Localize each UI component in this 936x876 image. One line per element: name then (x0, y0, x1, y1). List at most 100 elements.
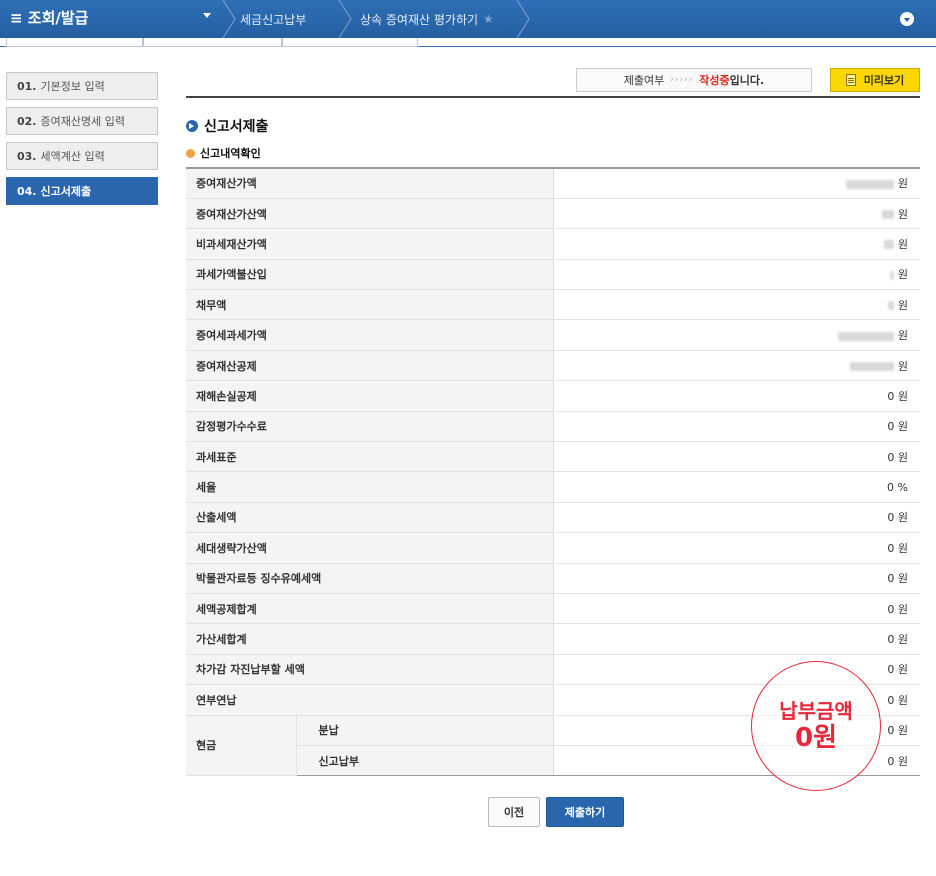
stamp-label: 납부금액 (779, 699, 853, 723)
table-row: 채무액 원 (186, 289, 920, 321)
row-label: 가산세합계 (186, 623, 553, 655)
preview-label: 미리보기 (863, 74, 905, 87)
row-value: 0 원 (552, 654, 920, 686)
masked-value (887, 301, 894, 311)
submission-status: 제출여부 ››››› 작성중입니다. (576, 68, 812, 92)
step-gift-property[interactable]: 02. 증여재산명세 입력 (6, 107, 158, 135)
row-label: 과세표준 (186, 441, 553, 473)
tab-3[interactable] (282, 38, 418, 47)
table-row: 증여재산가액 원 (186, 168, 920, 199)
breadcrumb-item-valuation[interactable]: 상속 증여재산 평가하기 ★ (360, 0, 494, 38)
document-icon (845, 74, 856, 86)
table-row: 세율 0 % (186, 471, 920, 503)
table-row: 증여재산가산액 원 (186, 198, 920, 230)
star-icon[interactable]: ★ (483, 12, 494, 26)
table-row: 재해손실공제 0 원 (186, 380, 920, 412)
row-label: 세율 (186, 471, 553, 503)
status-state: 작성중 (699, 74, 730, 87)
status-bar: 제출여부 ››››› 작성중입니다. 미리보기 (186, 68, 920, 98)
top-nav-bar: ≡ 조회/발급 세금신고납부 상속 증여재산 평가하기 ★ (0, 0, 936, 38)
row-label: 감정평가수수료 (186, 411, 553, 443)
row-value: 원 (552, 168, 920, 199)
row-label: 증여재산공제 (186, 349, 553, 382)
breadcrumb-label[interactable]: 세금신고납부 (240, 11, 306, 28)
row-label: 증여재산가산액 (186, 198, 553, 230)
masked-value (845, 179, 894, 189)
table-row: 증여재산공제 원 (186, 349, 920, 382)
table-row: 과세표준 0 원 (186, 441, 920, 473)
payment-amount-stamp: 납부금액 0원 (751, 661, 881, 791)
tab-strip (0, 38, 936, 48)
row-value: 원 (552, 259, 920, 291)
chevron-down-icon (904, 17, 910, 22)
row-value: 0 원 (552, 593, 920, 625)
section-subtitle-text: 신고내역확인 (200, 147, 261, 160)
step-submit-report[interactable]: 04. 신고서제출 (6, 177, 158, 205)
step-number: 02. (17, 114, 37, 128)
row-value: 0 원 (552, 380, 920, 412)
chevron-down-icon[interactable] (203, 13, 211, 18)
row-label: 과세가액불산입 (186, 259, 553, 291)
menu-title[interactable]: ≡ 조회/발급 (10, 7, 88, 28)
preview-button[interactable]: 미리보기 (830, 68, 920, 92)
row-value: 0 원 (552, 441, 920, 473)
step-label: 신고서제출 (40, 185, 92, 198)
row-label: 비과세재산가액 (186, 228, 553, 260)
breadcrumb-label[interactable]: 상속 증여재산 평가하기 (360, 11, 478, 28)
step-number: 03. (17, 149, 37, 163)
step-nav: 01. 기본정보 입력 02. 증여재산명세 입력 03. 세액계산 입력 04. 신고… (6, 72, 158, 212)
tab-1[interactable] (6, 38, 143, 47)
status-prefix: 제출여부 (623, 74, 665, 87)
step-number: 01. (17, 79, 37, 93)
menu-title-text[interactable]: ≡ 조회/발급 (10, 7, 88, 28)
action-buttons: 이전 제출하기 (488, 797, 624, 827)
row-label: 채무액 (186, 289, 553, 321)
status-suffix: 입니다. (729, 74, 765, 87)
previous-button[interactable]: 이전 (488, 797, 540, 827)
row-value: 0 원 (552, 532, 920, 564)
row-label: 분납 (296, 715, 553, 746)
table-row: 가산세합계 0 원 (186, 623, 920, 655)
tab-2[interactable] (143, 38, 282, 47)
arrow-circle-icon (186, 120, 198, 132)
row-label: 신고납부 (296, 745, 553, 777)
section-title-text: 신고서제출 (204, 119, 269, 135)
breadcrumb-item-tax-filing[interactable]: 세금신고납부 (240, 0, 306, 38)
step-tax-calc[interactable]: 03. 세액계산 입력 (6, 142, 158, 170)
row-label: 세액공제합계 (186, 593, 553, 625)
breadcrumb-separator-icon (338, 0, 352, 38)
row-value: 원 (552, 319, 920, 351)
step-number: 04. (17, 184, 37, 198)
step-label: 증여재산명세 입력 (40, 115, 125, 128)
row-label: 산출세액 (186, 502, 553, 534)
table-row: 과세가액불산입 원 (186, 259, 920, 291)
row-value: 원 (552, 198, 920, 230)
table-row: 감정평가수수료 0 원 (186, 411, 920, 443)
row-value: 0 원 (552, 411, 920, 443)
table-row: 박물관자료등 징수유예세액 0 원 (186, 563, 920, 594)
breadcrumb-separator-icon (222, 0, 236, 38)
row-label: 차가감 자진납부할 세액 (186, 654, 553, 686)
masked-value (849, 362, 894, 372)
row-label: 세대생략가산액 (186, 532, 553, 564)
expand-menu-button[interactable] (900, 12, 914, 26)
row-value: 0 % (552, 471, 920, 503)
row-value: 0 원 (552, 623, 920, 655)
masked-value (889, 270, 894, 280)
bullet-icon (186, 148, 195, 158)
step-basic-info[interactable]: 01. 기본정보 입력 (6, 72, 158, 100)
row-value: 원 (552, 289, 920, 321)
row-label: 박물관자료등 징수유예세액 (186, 563, 553, 594)
row-label: 증여재산가액 (186, 168, 553, 199)
row-label: 연부연납 (186, 684, 553, 716)
table-row: 산출세액 0 원 (186, 502, 920, 534)
section-title: 신고서제출 (186, 116, 268, 136)
masked-value (881, 210, 894, 220)
row-value: 원 (552, 349, 920, 382)
row-label: 증여세과세가액 (186, 319, 553, 351)
breadcrumb-separator-icon (516, 0, 530, 38)
submit-button[interactable]: 제출하기 (546, 797, 624, 827)
masked-value (837, 331, 894, 341)
table-row: 증여세과세가액 원 (186, 319, 920, 351)
row-label: 재해손실공제 (186, 380, 553, 412)
